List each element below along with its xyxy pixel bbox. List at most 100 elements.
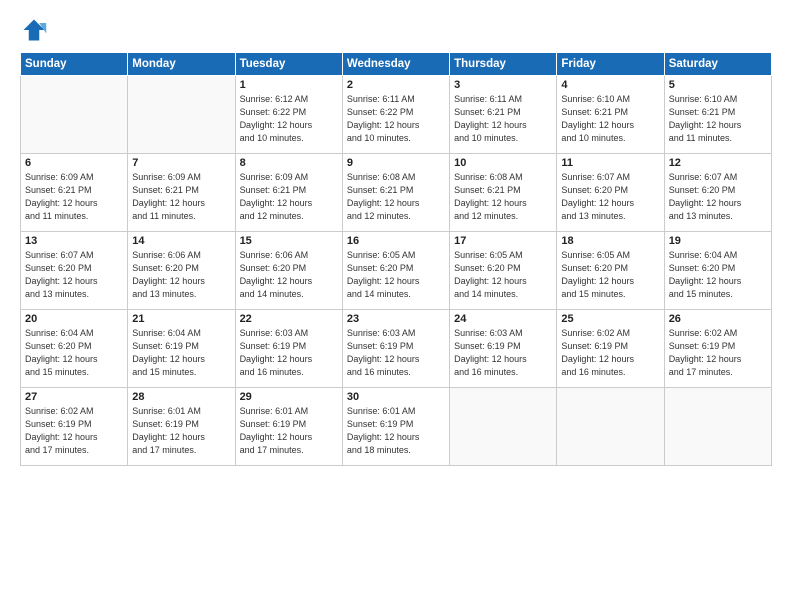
day-info: Sunrise: 6:02 AM Sunset: 6:19 PM Dayligh… xyxy=(669,327,767,379)
day-info: Sunrise: 6:01 AM Sunset: 6:19 PM Dayligh… xyxy=(347,405,445,457)
day-info: Sunrise: 6:01 AM Sunset: 6:19 PM Dayligh… xyxy=(240,405,338,457)
logo-icon xyxy=(20,16,48,44)
day-info: Sunrise: 6:02 AM Sunset: 6:19 PM Dayligh… xyxy=(561,327,659,379)
day-info: Sunrise: 6:03 AM Sunset: 6:19 PM Dayligh… xyxy=(240,327,338,379)
calendar-cell: 1Sunrise: 6:12 AM Sunset: 6:22 PM Daylig… xyxy=(235,76,342,154)
calendar-cell: 9Sunrise: 6:08 AM Sunset: 6:21 PM Daylig… xyxy=(342,154,449,232)
calendar-week-4: 20 Sunrise: 6:04 AM Sunset: 6:20 PM Dayli… xyxy=(21,310,772,388)
day-info: Sunrise: 6:03 AM Sunset: 6:19 PM Dayligh… xyxy=(454,327,552,379)
day-number: 19 xyxy=(669,235,767,247)
day-info: Sunrise: 6:05 AM Sunset: 6:20 PM Dayligh… xyxy=(561,249,659,301)
day-info: Sunrise: 6:09 AM Sunset: 6:21 PM Dayligh… xyxy=(132,171,230,223)
day-number: 2 xyxy=(347,79,445,91)
calendar-cell: 21Sunrise: 6:04 AM Sunset: 6:19 PM Dayli… xyxy=(128,310,235,388)
day-info: Sunrise: 6:10 AM Sunset: 6:21 PM Dayligh… xyxy=(669,93,767,145)
day-info: Sunrise: 6:03 AM Sunset: 6:19 PM Dayligh… xyxy=(347,327,445,379)
day-number: 10 xyxy=(454,157,552,169)
day-number: 4 xyxy=(561,79,659,91)
day-number: 22 xyxy=(240,313,338,325)
calendar-cell: 25 Sunrise: 6:02 AM Sunset: 6:19 PM Dayli… xyxy=(557,310,664,388)
calendar-cell: 16 Sunrise: 6:05 AM Sunset: 6:20 PM Dayli… xyxy=(342,232,449,310)
day-info: Sunrise: 6:07 AM Sunset: 6:20 PM Dayligh… xyxy=(669,171,767,223)
logo xyxy=(20,16,50,44)
day-number: 23 xyxy=(347,313,445,325)
weekday-header-monday: Monday xyxy=(128,53,235,76)
day-number: 13 xyxy=(25,235,123,247)
day-info: Sunrise: 6:06 AM Sunset: 6:20 PM Dayligh… xyxy=(132,249,230,301)
calendar-week-3: 13 Sunrise: 6:07 AM Sunset: 6:20 PM Dayli… xyxy=(21,232,772,310)
day-info: Sunrise: 6:04 AM Sunset: 6:20 PM Dayligh… xyxy=(669,249,767,301)
day-info: Sunrise: 6:05 AM Sunset: 6:20 PM Dayligh… xyxy=(454,249,552,301)
calendar-week-2: 6 Sunrise: 6:09 AM Sunset: 6:21 PM Daylig… xyxy=(21,154,772,232)
day-number: 7 xyxy=(132,157,230,169)
calendar-cell: 7 Sunrise: 6:09 AM Sunset: 6:21 PM Daylig… xyxy=(128,154,235,232)
calendar-cell: 5 Sunrise: 6:10 AM Sunset: 6:21 PM Daylig… xyxy=(664,76,771,154)
calendar-cell: 8 Sunrise: 6:09 AM Sunset: 6:21 PM Daylig… xyxy=(235,154,342,232)
weekday-header-row: SundayMondayTuesdayWednesdayThursdayFrid… xyxy=(21,53,772,76)
day-number: 12 xyxy=(669,157,767,169)
calendar-cell: 14Sunrise: 6:06 AM Sunset: 6:20 PM Dayli… xyxy=(128,232,235,310)
calendar-cell: 17Sunrise: 6:05 AM Sunset: 6:20 PM Dayli… xyxy=(450,232,557,310)
day-info: Sunrise: 6:05 AM Sunset: 6:20 PM Dayligh… xyxy=(347,249,445,301)
day-number: 27 xyxy=(25,391,123,403)
day-number: 25 xyxy=(561,313,659,325)
day-number: 8 xyxy=(240,157,338,169)
day-number: 30 xyxy=(347,391,445,403)
page: SundayMondayTuesdayWednesdayThursdayFrid… xyxy=(0,0,792,612)
day-info: Sunrise: 6:11 AM Sunset: 6:21 PM Dayligh… xyxy=(454,93,552,145)
weekday-header-tuesday: Tuesday xyxy=(235,53,342,76)
day-info: Sunrise: 6:09 AM Sunset: 6:21 PM Dayligh… xyxy=(240,171,338,223)
day-number: 21 xyxy=(132,313,230,325)
weekday-header-sunday: Sunday xyxy=(21,53,128,76)
weekday-header-saturday: Saturday xyxy=(664,53,771,76)
weekday-header-friday: Friday xyxy=(557,53,664,76)
calendar-week-1: 1Sunrise: 6:12 AM Sunset: 6:22 PM Daylig… xyxy=(21,76,772,154)
calendar-cell xyxy=(557,388,664,466)
calendar-cell: 13 Sunrise: 6:07 AM Sunset: 6:20 PM Dayli… xyxy=(21,232,128,310)
calendar-cell: 12 Sunrise: 6:07 AM Sunset: 6:20 PM Dayli… xyxy=(664,154,771,232)
calendar-cell: 11 Sunrise: 6:07 AM Sunset: 6:20 PM Dayli… xyxy=(557,154,664,232)
calendar-cell xyxy=(450,388,557,466)
day-info: Sunrise: 6:02 AM Sunset: 6:19 PM Dayligh… xyxy=(25,405,123,457)
calendar-cell: 15Sunrise: 6:06 AM Sunset: 6:20 PM Dayli… xyxy=(235,232,342,310)
day-number: 6 xyxy=(25,157,123,169)
day-info: Sunrise: 6:07 AM Sunset: 6:20 PM Dayligh… xyxy=(561,171,659,223)
day-info: Sunrise: 6:07 AM Sunset: 6:20 PM Dayligh… xyxy=(25,249,123,301)
day-number: 20 xyxy=(25,313,123,325)
day-info: Sunrise: 6:09 AM Sunset: 6:21 PM Dayligh… xyxy=(25,171,123,223)
weekday-header-thursday: Thursday xyxy=(450,53,557,76)
day-number: 24 xyxy=(454,313,552,325)
day-info: Sunrise: 6:08 AM Sunset: 6:21 PM Dayligh… xyxy=(454,171,552,223)
calendar-cell: 2 Sunrise: 6:11 AM Sunset: 6:22 PM Daylig… xyxy=(342,76,449,154)
calendar-cell xyxy=(21,76,128,154)
day-number: 26 xyxy=(669,313,767,325)
calendar-cell: 24 Sunrise: 6:03 AM Sunset: 6:19 PM Dayli… xyxy=(450,310,557,388)
calendar-cell: 4 Sunrise: 6:10 AM Sunset: 6:21 PM Daylig… xyxy=(557,76,664,154)
calendar-cell: 22 Sunrise: 6:03 AM Sunset: 6:19 PM Dayli… xyxy=(235,310,342,388)
calendar-cell: 19 Sunrise: 6:04 AM Sunset: 6:20 PM Dayli… xyxy=(664,232,771,310)
calendar-week-5: 27 Sunrise: 6:02 AM Sunset: 6:19 PM Dayli… xyxy=(21,388,772,466)
calendar-cell: 3 Sunrise: 6:11 AM Sunset: 6:21 PM Daylig… xyxy=(450,76,557,154)
calendar-cell: 20 Sunrise: 6:04 AM Sunset: 6:20 PM Dayli… xyxy=(21,310,128,388)
day-number: 5 xyxy=(669,79,767,91)
day-info: Sunrise: 6:12 AM Sunset: 6:22 PM Dayligh… xyxy=(240,93,338,145)
day-number: 18 xyxy=(561,235,659,247)
day-info: Sunrise: 6:01 AM Sunset: 6:19 PM Dayligh… xyxy=(132,405,230,457)
day-number: 29 xyxy=(240,391,338,403)
weekday-header-wednesday: Wednesday xyxy=(342,53,449,76)
day-info: Sunrise: 6:08 AM Sunset: 6:21 PM Dayligh… xyxy=(347,171,445,223)
day-info: Sunrise: 6:11 AM Sunset: 6:22 PM Dayligh… xyxy=(347,93,445,145)
day-info: Sunrise: 6:10 AM Sunset: 6:21 PM Dayligh… xyxy=(561,93,659,145)
calendar-cell: 30 Sunrise: 6:01 AM Sunset: 6:19 PM Dayli… xyxy=(342,388,449,466)
header xyxy=(20,16,772,44)
calendar-cell xyxy=(128,76,235,154)
day-number: 16 xyxy=(347,235,445,247)
day-number: 28 xyxy=(132,391,230,403)
day-number: 3 xyxy=(454,79,552,91)
day-info: Sunrise: 6:06 AM Sunset: 6:20 PM Dayligh… xyxy=(240,249,338,301)
calendar-table: SundayMondayTuesdayWednesdayThursdayFrid… xyxy=(20,52,772,466)
day-info: Sunrise: 6:04 AM Sunset: 6:20 PM Dayligh… xyxy=(25,327,123,379)
calendar-cell: 28 Sunrise: 6:01 AM Sunset: 6:19 PM Dayli… xyxy=(128,388,235,466)
calendar-cell: 6 Sunrise: 6:09 AM Sunset: 6:21 PM Daylig… xyxy=(21,154,128,232)
day-number: 11 xyxy=(561,157,659,169)
